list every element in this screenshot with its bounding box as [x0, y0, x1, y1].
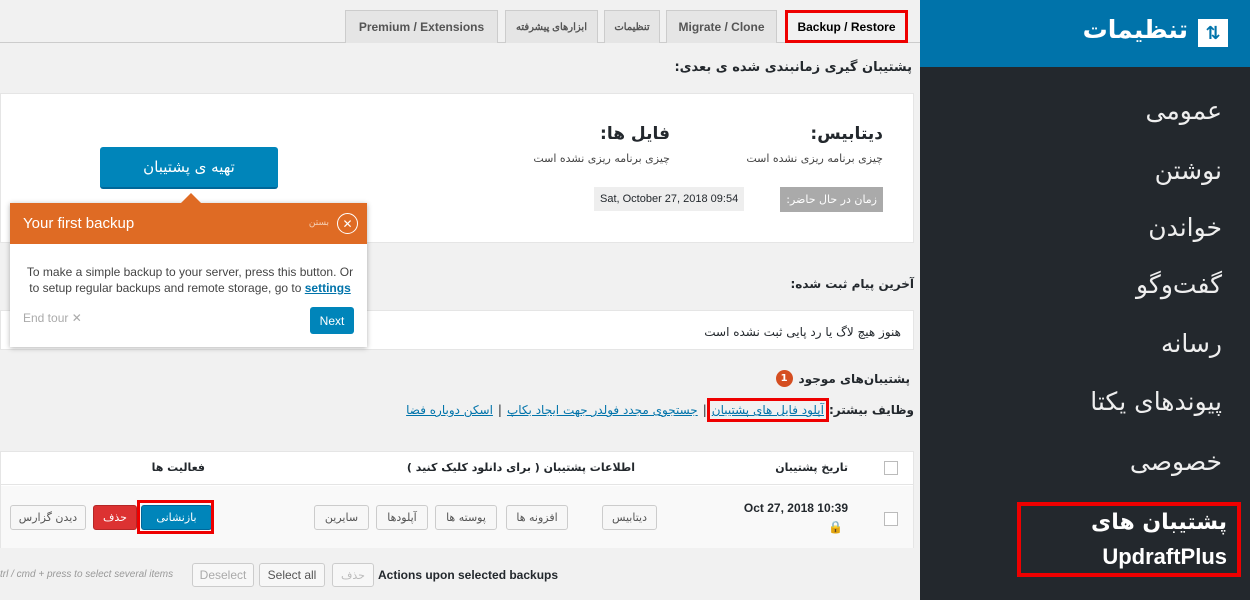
- tab-premium-extensions[interactable]: Premium / Extensions: [345, 10, 498, 43]
- select-all-checkbox[interactable]: [884, 461, 898, 475]
- sidebar-item-privacy[interactable]: خصوصی: [1130, 447, 1222, 476]
- tour-body: To make a simple backup to your server, …: [24, 264, 356, 296]
- header-backup-date: تاریخ پشتیبان: [775, 461, 848, 474]
- header-backup-data: اطلاعات پشتیبان ( برای دانلود کلیک کنید …: [406, 461, 635, 474]
- tour-close-label[interactable]: بستن: [309, 218, 329, 228]
- tour-settings-link[interactable]: settings: [305, 281, 351, 295]
- sidebar-item-media[interactable]: رسانه: [1161, 329, 1222, 358]
- current-time-label: زمان در حال حاضر:: [780, 187, 883, 212]
- tab-migrate-clone[interactable]: Migrate / Clone: [666, 10, 777, 43]
- end-tour-link[interactable]: End tour ✕: [23, 311, 82, 325]
- sidebar-item-reading[interactable]: خواندن: [1148, 213, 1222, 242]
- download-uploads-button[interactable]: آپلودها: [376, 505, 428, 530]
- sidebar-item-writing[interactable]: نوشتن: [1155, 156, 1222, 185]
- more-tasks: وظایف بیشتر: آپلود فایل های پشتیبان | جست…: [406, 398, 914, 422]
- updraft-label-line2: UpdraftPlus: [1102, 544, 1227, 569]
- tour-header: Your first backup بستن ✕: [10, 203, 367, 244]
- database-status: چیزی برنامه ریزی نشده است: [746, 152, 883, 165]
- rescan-folder-link[interactable]: جستجوی مجدد فولدر جهت ایجاد بکاپ: [507, 403, 698, 417]
- settings-icon: ⇅: [1198, 19, 1228, 47]
- lock-icon: 🔒: [828, 520, 843, 534]
- sidebar-item-updraftplus[interactable]: پشتیبان های UpdraftPlus: [1017, 502, 1241, 577]
- sidebar-title: تنظیمات: [1082, 15, 1188, 44]
- sidebar-item-general[interactable]: عمومی: [1145, 96, 1222, 125]
- bulk-delete-button[interactable]: حذف: [332, 563, 374, 587]
- next-backup-heading: پشتیبان گیری زمانبندی شده ی بعدی:: [674, 60, 912, 75]
- sidebar-item-discussion[interactable]: گفت‌وگو: [1136, 270, 1222, 299]
- table-row: Oct 27, 2018 10:39 🔒 دیتابیس افزونه ها پ…: [1, 486, 913, 548]
- backup-date: Oct 27, 2018 10:39: [743, 501, 848, 515]
- row-checkbox[interactable]: [884, 512, 898, 526]
- close-icon[interactable]: ✕: [337, 213, 358, 234]
- current-time: Sat, October 27, 2018 09:54: [594, 187, 745, 211]
- tour-next-button[interactable]: Next: [310, 307, 354, 334]
- admin-sidebar: ⇅ تنظیمات عمومی نوشتن خواندن گفت‌وگو رسا…: [912, 0, 1250, 600]
- select-all-button[interactable]: Select all: [259, 563, 325, 587]
- sidebar-item-permalinks[interactable]: پیوندهای یکتا: [1090, 387, 1222, 416]
- download-themes-button[interactable]: پوسته ها: [435, 505, 497, 530]
- sidebar-header[interactable]: ⇅ تنظیمات: [912, 0, 1250, 67]
- download-database-button[interactable]: دیتابیس: [602, 505, 657, 530]
- last-log-text: هنوز هیچ لاگ یا رد پایی ثبت نشده است: [704, 325, 901, 339]
- existing-heading-text: پشتیبان‌های موجود: [798, 371, 910, 386]
- last-log-heading: آخرین پیام ثبت شده:: [790, 277, 915, 291]
- tab-settings[interactable]: تنظیمات: [604, 10, 660, 43]
- existing-count-badge: 1: [775, 370, 793, 387]
- view-log-button[interactable]: دیدن گزارس: [10, 505, 86, 530]
- database-title: دیتابیس:: [810, 124, 883, 144]
- bulk-hint: trl / cmd + press to select several item…: [0, 569, 174, 580]
- tab-advanced-tools[interactable]: ابزارهای پیشرفته: [505, 10, 598, 43]
- upload-backup-files-link[interactable]: آپلود فایل های پشتیبان: [706, 398, 829, 422]
- tour-title: Your first backup: [23, 215, 135, 232]
- files-title: فایل ها:: [600, 124, 670, 144]
- more-tasks-label: وظایف بیشتر:: [828, 403, 914, 417]
- backups-table: تاریخ پشتیبان اطلاعات پشتیبان ( برای دان…: [0, 451, 914, 548]
- bulk-actions-label: Actions upon selected backups: [378, 568, 559, 582]
- download-others-button[interactable]: سایرین: [314, 505, 369, 530]
- separator: |: [497, 403, 502, 417]
- updraft-label-line1: پشتیبان های: [1091, 510, 1227, 535]
- download-plugins-button[interactable]: افزونه ها: [506, 505, 568, 530]
- restore-button[interactable]: بازنشانی: [141, 505, 212, 530]
- header-actions: فعالیت ها: [151, 461, 205, 474]
- rescan-storage-link[interactable]: اسکن دوباره فضا: [406, 403, 493, 417]
- delete-button[interactable]: حذف: [93, 505, 137, 530]
- deselect-button[interactable]: Deselect: [192, 563, 254, 587]
- tour-popup: Your first backup بستن ✕ To make a simpl…: [10, 193, 367, 347]
- backup-now-button[interactable]: تهیه ی پشتیبان: [100, 147, 278, 189]
- files-status: چیزی برنامه ریزی نشده است: [533, 152, 670, 165]
- separator: |: [702, 403, 707, 417]
- existing-backups-heading: پشتیبان‌های موجود 1: [775, 370, 910, 387]
- tab-backup-restore[interactable]: Backup / Restore: [785, 10, 908, 43]
- active-pointer: [912, 25, 920, 41]
